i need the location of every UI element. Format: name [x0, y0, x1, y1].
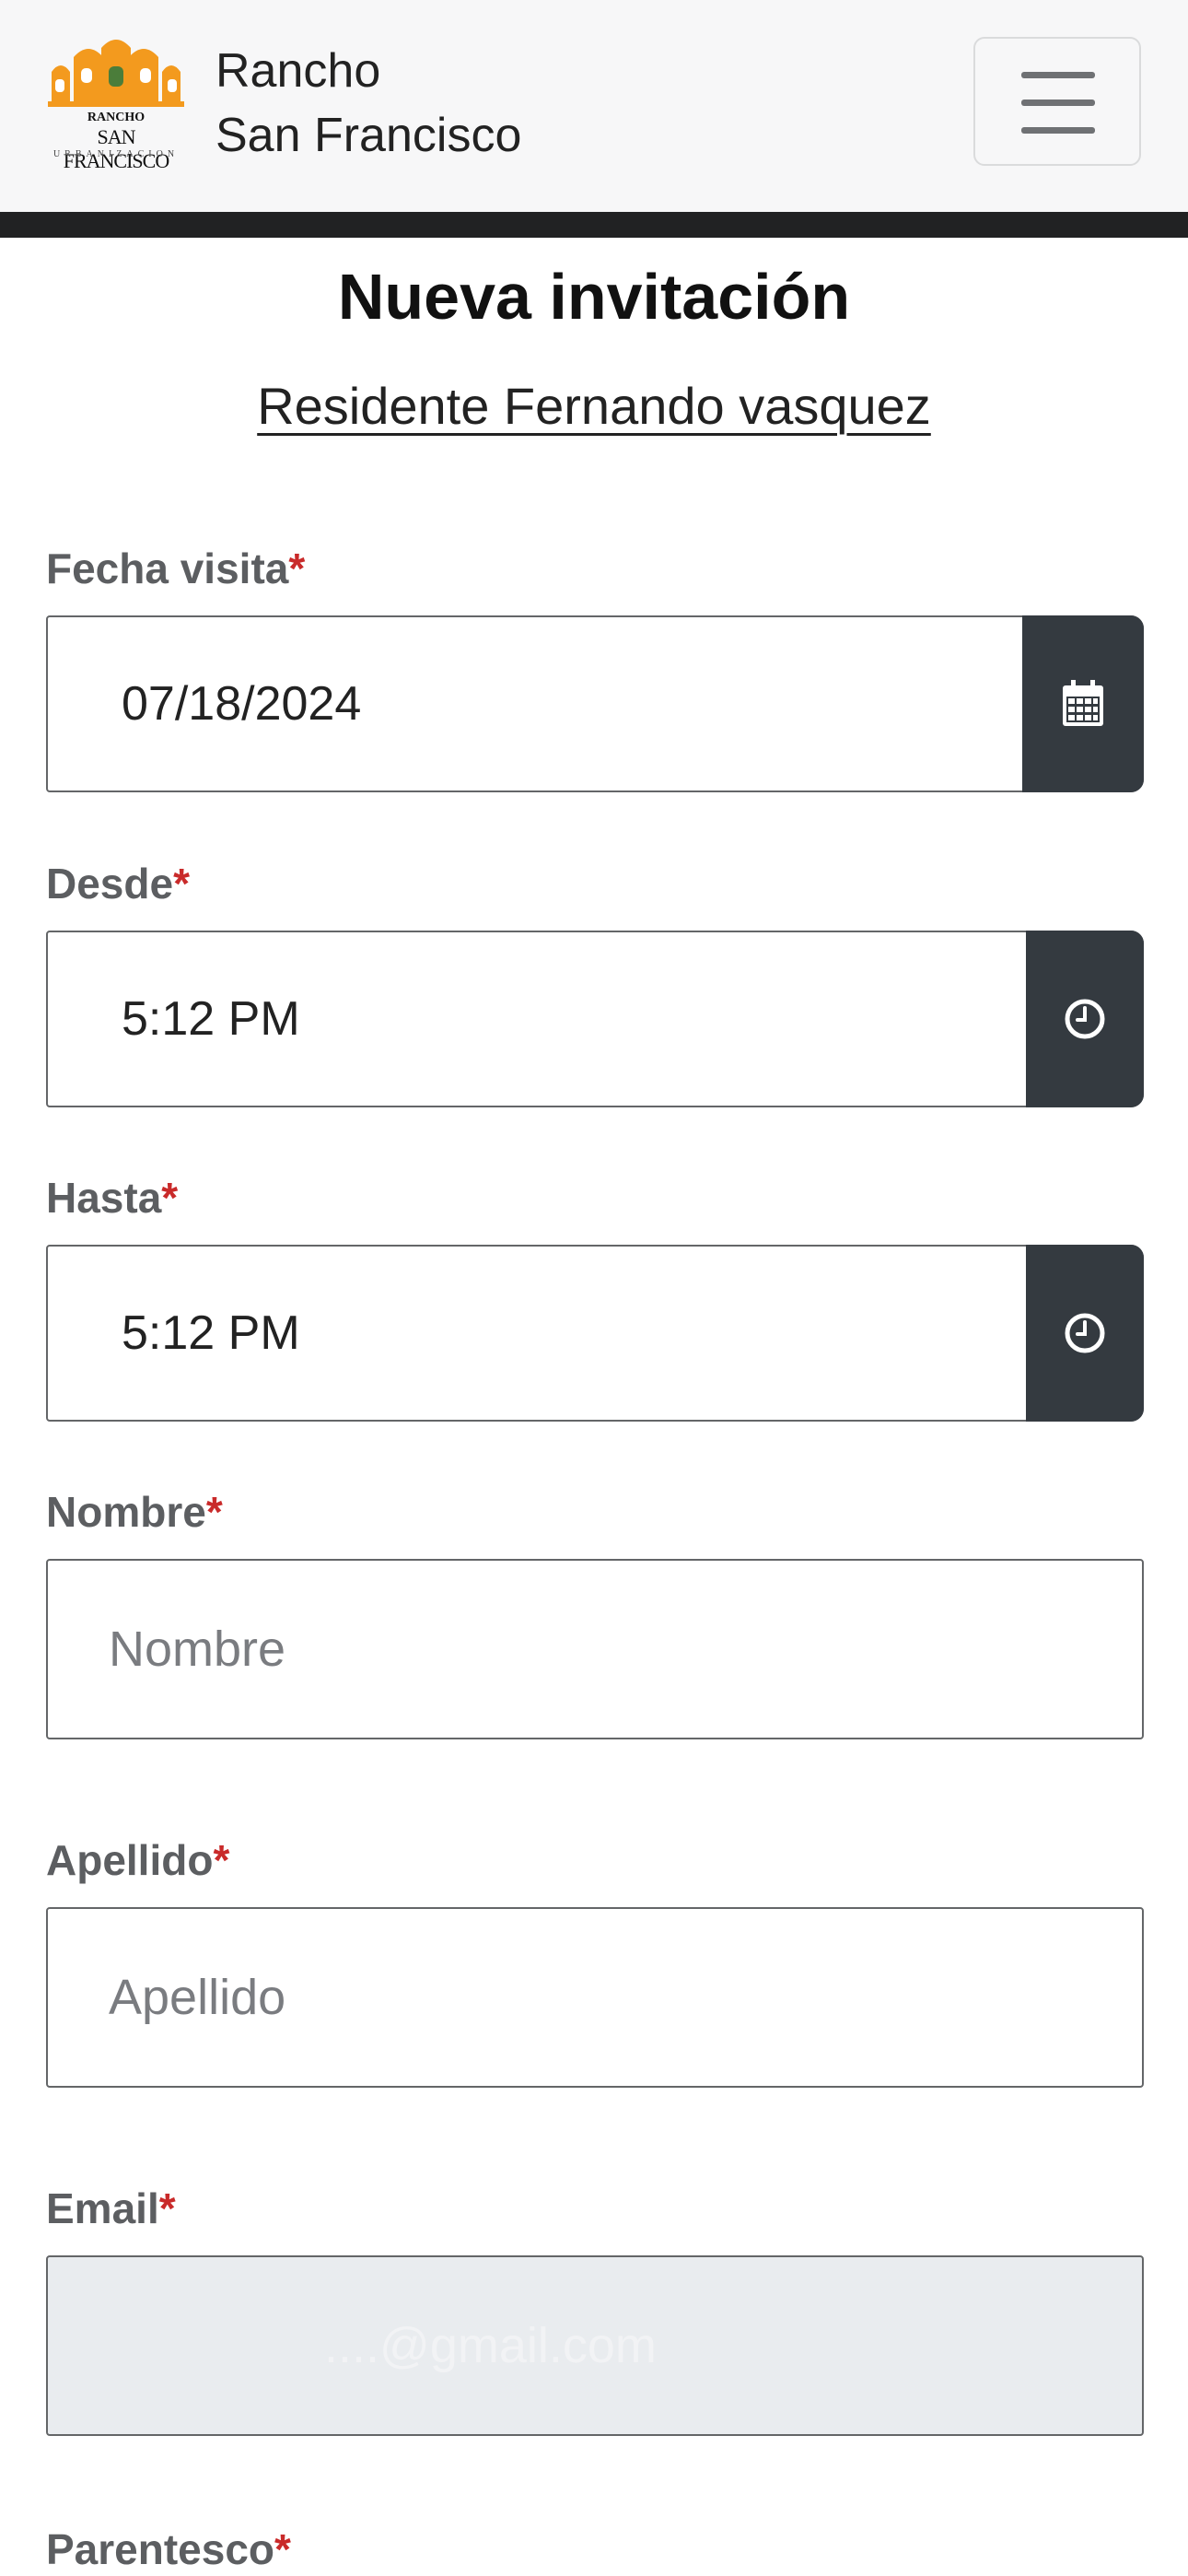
- required-mark: *: [173, 860, 190, 907]
- desde-value: 5:12 PM: [122, 992, 300, 1046]
- required-mark: *: [274, 2525, 291, 2573]
- clock-icon: [1065, 999, 1105, 1039]
- navbar-divider: [0, 212, 1188, 238]
- calendar-button[interactable]: [1022, 615, 1144, 792]
- clock-icon: [1065, 1313, 1105, 1353]
- brand-line-1: Rancho: [215, 44, 381, 98]
- parentesco-label-text: Parentesco: [46, 2525, 275, 2573]
- desde-label-text: Desde: [46, 860, 174, 907]
- desde-time-input[interactable]: 5:12 PM ⌄: [46, 931, 1144, 1107]
- hamburger-icon-bar: [1021, 127, 1095, 134]
- required-mark: *: [213, 1836, 230, 1884]
- hasta-label: Hasta*: [46, 1173, 178, 1223]
- email-label: Email*: [46, 2184, 176, 2233]
- fecha-visita-value: 07/18/2024: [122, 677, 362, 731]
- logo-text-rancho: RANCHO: [87, 111, 146, 124]
- nombre-label: Nombre*: [46, 1487, 223, 1537]
- email-input[interactable]: ....@gmail.com: [46, 2255, 1144, 2436]
- nombre-label-text: Nombre: [46, 1488, 206, 1536]
- brand-line-2: San Francisco: [215, 109, 522, 162]
- fecha-visita-input[interactable]: 07/18/2024 ⌄: [46, 615, 1144, 792]
- hasta-time-input[interactable]: 5:12 PM ⌄: [46, 1245, 1144, 1422]
- nombre-input[interactable]: Nombre: [46, 1559, 1144, 1739]
- fecha-visita-label-text: Fecha visita: [46, 544, 289, 592]
- apellido-label: Apellido*: [46, 1835, 229, 1885]
- brand-name[interactable]: Rancho San Francisco: [215, 39, 521, 168]
- page-title: Nueva invitación: [337, 261, 851, 333]
- resident-subtitle: Residente Fernando vasquez: [257, 377, 931, 435]
- required-mark: *: [161, 1174, 179, 1222]
- email-value: ....@gmail.com: [324, 2318, 657, 2373]
- required-mark: *: [158, 2184, 176, 2232]
- hamburger-icon: [1021, 72, 1095, 78]
- desde-clock-button[interactable]: [1026, 931, 1144, 1107]
- hasta-label-text: Hasta: [46, 1174, 162, 1222]
- required-mark: *: [288, 544, 306, 592]
- hamburger-icon-bar: [1021, 100, 1095, 106]
- parentesco-label: Parentesco*: [46, 2524, 291, 2574]
- email-label-text: Email: [46, 2184, 159, 2232]
- rancho-logo[interactable]: RANCHO SAN FRANCISCO URBANIZACION: [48, 35, 184, 172]
- required-mark: *: [205, 1488, 223, 1536]
- hasta-clock-button[interactable]: [1026, 1245, 1144, 1422]
- desde-label: Desde*: [46, 859, 190, 908]
- apellido-input[interactable]: Apellido: [46, 1907, 1144, 2088]
- hasta-value: 5:12 PM: [122, 1306, 300, 1360]
- calendar-icon: [1063, 680, 1103, 726]
- nombre-placeholder: Nombre: [109, 1622, 286, 1677]
- apellido-label-text: Apellido: [46, 1836, 214, 1884]
- building-logo-icon: [48, 40, 184, 107]
- navbar: RANCHO SAN FRANCISCO URBANIZACION Rancho…: [0, 0, 1188, 212]
- logo-text-urbanizacion: URBANIZACION: [52, 149, 180, 159]
- fecha-visita-label: Fecha visita*: [46, 544, 305, 593]
- menu-toggle-button[interactable]: [973, 37, 1141, 166]
- apellido-placeholder: Apellido: [109, 1970, 286, 2025]
